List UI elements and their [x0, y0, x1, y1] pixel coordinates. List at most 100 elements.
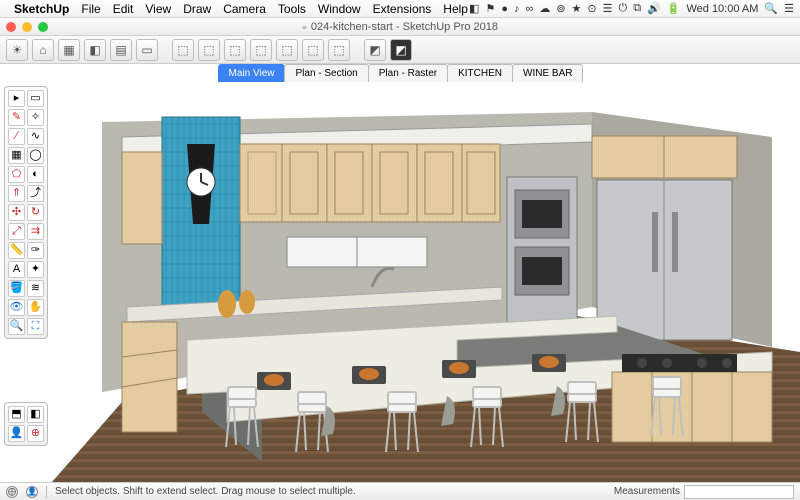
menu-draw[interactable]: Draw: [183, 2, 211, 16]
scene-tab-kitchen[interactable]: KITCHEN: [447, 64, 513, 82]
tray-icon[interactable]: ⊚: [556, 2, 565, 15]
lasso-tool[interactable]: ▭: [27, 90, 44, 107]
geoloc-button[interactable]: ⬚: [224, 39, 246, 61]
eraser-tool[interactable]: ✧: [27, 109, 44, 126]
select-tool[interactable]: ▸: [8, 90, 25, 107]
section-plane-button[interactable]: ◩: [364, 39, 386, 61]
components-button[interactable]: ⌂: [32, 39, 54, 61]
menu-edit[interactable]: Edit: [113, 2, 134, 16]
status-hint: Select objects. Shift to extend select. …: [55, 486, 356, 497]
menu-file[interactable]: File: [81, 2, 100, 16]
tray-wifi-icon[interactable]: ⧉: [633, 2, 641, 15]
offset-tool[interactable]: ⇉: [27, 223, 44, 240]
instructor-button[interactable]: ⬚: [328, 39, 350, 61]
minimize-window-button[interactable]: [22, 22, 32, 32]
close-window-button[interactable]: [6, 22, 16, 32]
model-button[interactable]: ⬚: [276, 39, 298, 61]
walk-tool[interactable]: 👤: [8, 425, 25, 442]
dimension-tool[interactable]: ✑: [27, 242, 44, 259]
styles-button[interactable]: ▦: [58, 39, 80, 61]
workspace: ▸▭✎✧∕∿▦◯⬠◐⇑⤴✣↻⤢⇉📏✑A✦🪣≋👁✋🔍⛶ ⬒◧👤⊕: [0, 82, 800, 482]
credits-icon[interactable]: 👤: [26, 486, 38, 498]
menu-camera[interactable]: Camera: [223, 2, 266, 16]
section-display[interactable]: ◧: [27, 406, 44, 423]
followme-tool[interactable]: ⤴: [27, 185, 44, 202]
tray-clock[interactable]: Wed 10:00 AM: [686, 3, 758, 15]
section-tool[interactable]: ⬒: [8, 406, 25, 423]
tray-icon[interactable]: ⚑: [485, 2, 495, 15]
mac-menubar: SketchUp File Edit View Draw Camera Tool…: [0, 0, 800, 18]
spotlight-icon[interactable]: 🔍: [764, 2, 778, 15]
new-button[interactable]: ☀: [6, 39, 28, 61]
layers-button[interactable]: ◧: [84, 39, 106, 61]
circle-tool[interactable]: ◯: [27, 147, 44, 164]
tray-icon[interactable]: ☁: [539, 2, 550, 15]
lookaround-tool[interactable]: ⊕: [27, 425, 44, 442]
measurements-input[interactable]: [684, 485, 794, 499]
menu-view[interactable]: View: [145, 2, 171, 16]
measurements-label: Measurements: [614, 486, 680, 497]
orbit-tool[interactable]: 👁: [8, 299, 25, 316]
line-tool[interactable]: ✎: [8, 109, 25, 126]
zoom-window-button[interactable]: [38, 22, 48, 32]
tray-icon[interactable]: ☰: [603, 2, 613, 15]
move-tool[interactable]: ✣: [8, 204, 25, 221]
tray-icon[interactable]: ●: [501, 3, 508, 15]
share-button[interactable]: ⬚: [198, 39, 220, 61]
rectangle-tool[interactable]: ▦: [8, 147, 25, 164]
pan-tool[interactable]: ✋: [27, 299, 44, 316]
axes-tool[interactable]: ✦: [27, 261, 44, 278]
tray-icon[interactable]: ⊙: [587, 2, 596, 15]
tray-icon[interactable]: ♪: [514, 3, 520, 15]
polygon-tool[interactable]: ⬠: [8, 166, 25, 183]
menu-tools[interactable]: Tools: [278, 2, 306, 16]
geo-icon[interactable]: ⨁: [6, 486, 18, 498]
freehand-tool[interactable]: ∿: [27, 128, 44, 145]
tray-icon[interactable]: ⏻: [619, 2, 628, 15]
model-viewport[interactable]: [52, 82, 800, 482]
tool-palette: ▸▭✎✧∕∿▦◯⬠◐⇑⤴✣↻⤢⇉📏✑A✦🪣≋👁✋🔍⛶: [4, 86, 48, 339]
menu-extensions[interactable]: Extensions: [373, 2, 432, 16]
line2-tool[interactable]: ∕: [8, 128, 25, 145]
menu-app[interactable]: SketchUp: [14, 2, 69, 16]
notification-icon[interactable]: ☰: [784, 2, 794, 15]
app-menu: SketchUp File Edit View Draw Camera Tool…: [14, 2, 468, 16]
scale-tool[interactable]: ⤢: [8, 223, 25, 240]
pushpull-tool[interactable]: ⇑: [8, 185, 25, 202]
main-toolbar: ☀ ⌂ ▦ ◧ ▤ ▭ ⬚ ⬚ ⬚ ⬚ ⬚ ⬚ ⬚ ◩ ◩: [0, 36, 800, 64]
tray-icon[interactable]: ◧: [469, 2, 479, 15]
paint-tool[interactable]: 🪣: [8, 280, 25, 297]
rotate-tool[interactable]: ↻: [27, 204, 44, 221]
menu-window[interactable]: Window: [318, 2, 361, 16]
arc-tool[interactable]: ◐: [27, 166, 44, 183]
scene-tab-plan-raster[interactable]: Plan - Raster: [368, 64, 448, 82]
tray-battery-icon[interactable]: 🔋: [667, 2, 681, 15]
tool-palette-secondary: ⬒◧👤⊕: [4, 402, 48, 446]
menubar-tray: ◧ ⚑ ● ♪ ∞ ☁ ⊚ ★ ⊙ ☰ ⏻ ⧉ 🔊 🔋 Wed 10:00 AM…: [469, 2, 794, 15]
text-tool[interactable]: A: [8, 261, 25, 278]
kitchen-render: [52, 82, 800, 482]
tray-icon[interactable]: ★: [572, 2, 582, 15]
menu-help[interactable]: Help: [443, 2, 468, 16]
tray-volume-icon[interactable]: 🔊: [647, 2, 661, 15]
status-bar: ⨁ 👤 Select objects. Shift to extend sele…: [0, 482, 800, 500]
entity-button[interactable]: ⬚: [302, 39, 324, 61]
tape-tool[interactable]: 📏: [8, 242, 25, 259]
scenes-button[interactable]: ▭: [136, 39, 158, 61]
scene-tab-plan-section[interactable]: Plan - Section: [284, 64, 368, 82]
document-title: 024-kitchen-start - SketchUp Pro 2018: [311, 21, 498, 33]
extwh-button[interactable]: ⬚: [250, 39, 272, 61]
traffic-lights: [6, 22, 48, 32]
outliner-button[interactable]: ▤: [110, 39, 132, 61]
tray-icon[interactable]: ∞: [525, 3, 533, 15]
scene-tab-main-view[interactable]: Main View: [218, 64, 286, 82]
texture-tool[interactable]: ≋: [27, 280, 44, 297]
warehouse-button[interactable]: ⬚: [172, 39, 194, 61]
zoom-tool[interactable]: 🔍: [8, 318, 25, 335]
zoomext-tool[interactable]: ⛶: [27, 318, 44, 335]
section-cut-button[interactable]: ◩: [390, 39, 412, 61]
window-titlebar: • 024-kitchen-start - SketchUp Pro 2018: [0, 18, 800, 36]
scene-tab-wine-bar[interactable]: WINE BAR: [512, 64, 583, 82]
dirty-indicator-icon: •: [302, 19, 307, 35]
scene-tabs: Main View Plan - Section Plan - Raster K…: [0, 64, 800, 82]
